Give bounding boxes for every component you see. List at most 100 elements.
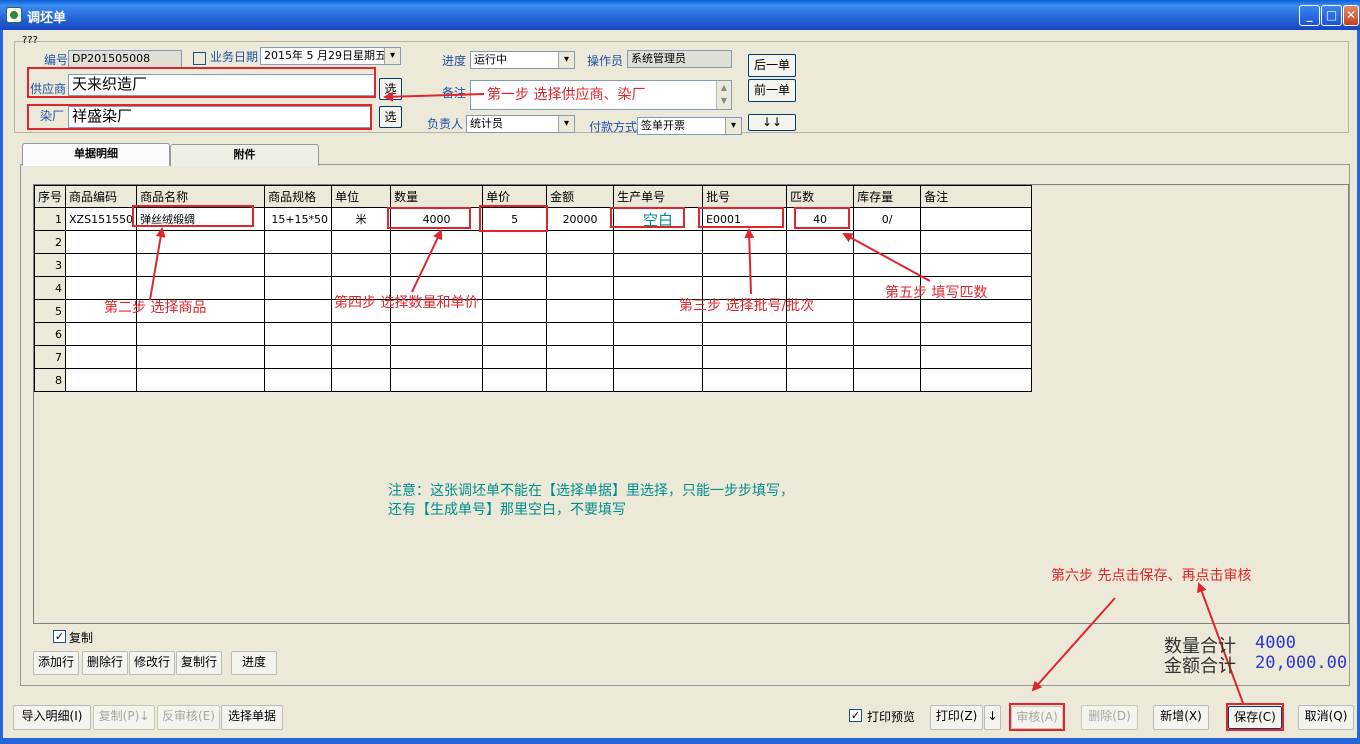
grid-cell[interactable] <box>390 230 484 254</box>
grid-cell[interactable] <box>853 322 922 346</box>
grid-cell[interactable] <box>786 368 855 392</box>
table-row[interactable]: 7 <box>33 345 1033 369</box>
cell-remark[interactable] <box>920 207 1033 231</box>
table-row[interactable]: 6 <box>33 322 1033 346</box>
col-header[interactable]: 批号 <box>702 185 788 208</box>
grid-cell[interactable] <box>136 368 266 392</box>
cancel-button[interactable]: 取消(Q) <box>1298 705 1354 730</box>
grid-cell[interactable] <box>65 368 138 392</box>
grid-cell[interactable] <box>136 345 266 369</box>
grid-cell[interactable] <box>546 253 615 277</box>
tab-attachment[interactable]: 附件 <box>170 144 319 166</box>
save-button[interactable]: 保存(C) <box>1228 706 1282 729</box>
grid-cell[interactable] <box>390 368 484 392</box>
grid-cell[interactable] <box>613 322 704 346</box>
grid-cell[interactable] <box>482 230 548 254</box>
close-button[interactable]: ✕ <box>1343 5 1359 26</box>
grid-cell[interactable] <box>853 230 922 254</box>
print-preview-checkbox[interactable]: ✓ <box>849 709 862 722</box>
grid-cell[interactable] <box>786 230 855 254</box>
code-field[interactable]: DP201505008 <box>68 50 182 68</box>
grid-cell[interactable] <box>853 299 922 323</box>
progress-button[interactable]: 进度 <box>231 651 277 675</box>
grid-cell[interactable] <box>702 345 788 369</box>
minimize-button[interactable]: _ <box>1299 5 1320 26</box>
grid-cell[interactable] <box>702 230 788 254</box>
grid-cell[interactable] <box>482 368 548 392</box>
select-document-button[interactable]: 选择单据 <box>221 705 283 730</box>
table-row[interactable]: 8 <box>33 368 1033 392</box>
grid-cell[interactable] <box>546 276 615 300</box>
tab-detail[interactable]: 单据明细 <box>22 143 170 166</box>
col-header[interactable]: 匹数 <box>786 185 855 208</box>
grid-cell[interactable] <box>482 345 548 369</box>
grid-cell[interactable] <box>390 345 484 369</box>
grid-cell[interactable] <box>853 345 922 369</box>
copy-checkbox[interactable]: ✓ <box>53 630 66 643</box>
col-header[interactable]: 金额 <box>546 185 615 208</box>
grid-cell[interactable] <box>264 368 333 392</box>
grid-cell[interactable] <box>702 368 788 392</box>
grid-cell[interactable] <box>786 253 855 277</box>
maximize-button[interactable]: □ <box>1321 5 1342 26</box>
add-row-button[interactable]: 添加行 <box>33 651 79 675</box>
grid-cell[interactable] <box>136 230 266 254</box>
new-button[interactable]: 新增(X) <box>1153 705 1209 730</box>
progress-select[interactable]: 运行中 <box>470 51 575 69</box>
grid-cell[interactable] <box>920 368 1033 392</box>
grid-cell[interactable] <box>264 230 333 254</box>
grid-cell[interactable] <box>331 322 392 346</box>
select-supplier-button[interactable]: 选 <box>379 78 402 100</box>
grid-cell[interactable] <box>546 368 615 392</box>
grid-cell[interactable] <box>390 322 484 346</box>
col-header[interactable]: 单位 <box>331 185 392 208</box>
grid-cell[interactable] <box>613 345 704 369</box>
next-record-button[interactable]: 后一单 <box>748 54 796 77</box>
table-row[interactable]: 2 <box>33 230 1033 254</box>
grid-cell[interactable] <box>920 230 1033 254</box>
grid-cell[interactable] <box>482 299 548 323</box>
grid-cell[interactable] <box>546 299 615 323</box>
grid-cell[interactable] <box>702 322 788 346</box>
remark-scrollbar[interactable]: ▲ ▼ <box>716 81 731 109</box>
unaudit-button[interactable]: 反审核(E) <box>157 705 220 730</box>
grid-cell[interactable] <box>920 299 1033 323</box>
col-header[interactable]: 库存量 <box>853 185 922 208</box>
cell-spec[interactable]: 15+15*50 <box>264 207 333 231</box>
grid-cell[interactable] <box>264 299 333 323</box>
cell-amount[interactable]: 20000 <box>546 207 615 231</box>
prev-record-button[interactable]: 前一单 <box>748 79 796 102</box>
grid-cell[interactable] <box>264 345 333 369</box>
grid-cell[interactable] <box>613 230 704 254</box>
grid-cell[interactable] <box>331 253 392 277</box>
grid-cell[interactable] <box>264 276 333 300</box>
print-button[interactable]: 打印(Z) <box>930 705 983 730</box>
grid-cell[interactable] <box>853 253 922 277</box>
code-checkbox[interactable] <box>193 52 206 65</box>
grid-cell[interactable] <box>482 322 548 346</box>
arrows-button[interactable]: ↓↓ <box>748 114 796 131</box>
grid-cell[interactable] <box>546 230 615 254</box>
col-header[interactable]: 备注 <box>920 185 1033 208</box>
modify-row-button[interactable]: 修改行 <box>129 651 175 675</box>
import-detail-button[interactable]: 导入明细(I) <box>13 705 91 730</box>
grid-cell[interactable] <box>546 345 615 369</box>
grid-cell[interactable] <box>65 345 138 369</box>
grid-cell[interactable] <box>920 345 1033 369</box>
copy-button[interactable]: 复制(P)↓ <box>93 705 155 730</box>
delete-button[interactable]: 删除(D) <box>1081 705 1138 730</box>
grid-cell[interactable] <box>136 322 266 346</box>
payment-select[interactable]: 签单开票 <box>637 117 742 135</box>
grid-cell[interactable] <box>786 322 855 346</box>
grid-cell[interactable] <box>390 253 484 277</box>
cell-product-code[interactable]: XZS151550 <box>65 207 138 231</box>
print-dropdown-button[interactable]: ↓ <box>984 705 1001 730</box>
grid-cell[interactable] <box>702 253 788 277</box>
grid-cell[interactable] <box>613 368 704 392</box>
table-row[interactable]: 3 <box>33 253 1033 277</box>
col-header[interactable]: 生产单号 <box>613 185 704 208</box>
copy-row-button[interactable]: 复制行 <box>176 651 222 675</box>
grid-cell[interactable] <box>482 276 548 300</box>
grid-cell[interactable] <box>920 322 1033 346</box>
grid-cell[interactable] <box>920 253 1033 277</box>
